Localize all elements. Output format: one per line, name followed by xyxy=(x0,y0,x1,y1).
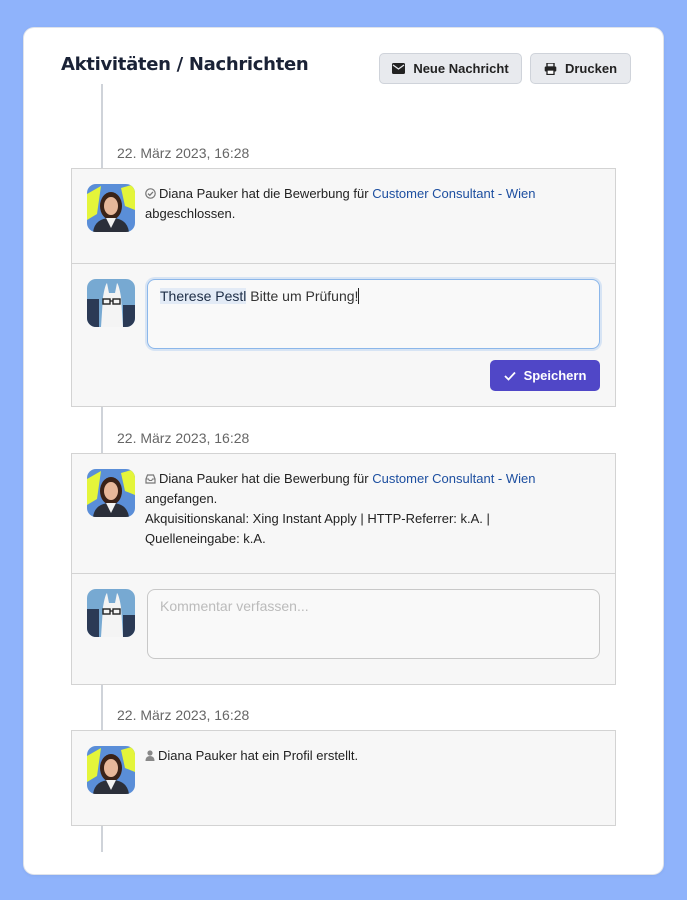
activity-row: Diana Pauker hat die Bewerbung für Custo… xyxy=(72,169,615,263)
activity-card: Aktivitäten / Nachrichten Neue Nachricht… xyxy=(24,28,663,874)
activity-row: Diana Pauker hat ein Profil erstellt. xyxy=(72,731,615,825)
activity-message: Diana Pauker hat die Bewerbung für Custo… xyxy=(145,184,585,224)
avatar xyxy=(87,279,135,327)
checkmark-icon xyxy=(503,371,516,381)
envelope-icon xyxy=(392,63,406,74)
activity-message: Diana Pauker hat die Bewerbung für Custo… xyxy=(145,469,585,549)
job-link[interactable]: Customer Consultant - Wien xyxy=(372,186,535,201)
print-label: Drucken xyxy=(564,61,618,76)
user-mention: Therese Pestl xyxy=(160,288,247,304)
timeline-entry: Diana Pauker hat die Bewerbung für Custo… xyxy=(71,453,616,685)
new-message-label: Neue Nachricht xyxy=(413,61,509,76)
activity-message: Diana Pauker hat ein Profil erstellt. xyxy=(145,746,585,766)
activity-text: Diana Pauker hat ein Profil erstellt. xyxy=(158,748,359,763)
avatar xyxy=(87,469,135,517)
activity-details: Akquisitionskanal: Xing Instant Apply | … xyxy=(145,511,490,526)
save-label: Speichern xyxy=(523,368,587,383)
comment-row: Therese Pestl Bitte um Prüfung! Speicher… xyxy=(72,263,615,407)
activity-text: Diana Pauker hat die Bewerbung für xyxy=(159,186,369,201)
comment-row xyxy=(72,573,615,685)
comment-input[interactable] xyxy=(147,589,600,659)
avatar xyxy=(87,746,135,794)
activity-text-end: abgeschlossen. xyxy=(145,206,236,221)
activity-row: Diana Pauker hat die Bewerbung für Custo… xyxy=(72,454,615,573)
page-title: Aktivitäten / Nachrichten xyxy=(61,54,309,75)
comment-input[interactable]: Therese Pestl Bitte um Prüfung! xyxy=(147,279,600,349)
new-message-button[interactable]: Neue Nachricht xyxy=(379,53,522,84)
activity-text: Diana Pauker hat die Bewerbung für xyxy=(159,471,369,486)
entry-date: 22. März 2023, 16:28 xyxy=(117,430,250,446)
avatar xyxy=(87,589,135,637)
timeline-entry: Diana Pauker hat ein Profil erstellt. xyxy=(71,730,616,826)
inbox-icon xyxy=(145,474,156,484)
entry-date: 22. März 2023, 16:28 xyxy=(117,145,250,161)
job-link[interactable]: Customer Consultant - Wien xyxy=(372,471,535,486)
text-cursor xyxy=(358,288,360,304)
avatar xyxy=(87,184,135,232)
activity-text-end: angefangen. xyxy=(145,491,218,506)
printer-icon xyxy=(544,62,557,75)
save-button[interactable]: Speichern xyxy=(490,360,600,391)
activity-details-2: Quelleneingabe: k.A. xyxy=(145,531,266,546)
user-icon xyxy=(145,750,155,761)
entry-date: 22. März 2023, 16:28 xyxy=(117,707,250,723)
check-circle-icon xyxy=(145,188,156,199)
comment-text: Bitte um Prüfung! xyxy=(246,288,359,304)
timeline-entry: Diana Pauker hat die Bewerbung für Custo… xyxy=(71,168,616,407)
print-button[interactable]: Drucken xyxy=(530,53,631,84)
